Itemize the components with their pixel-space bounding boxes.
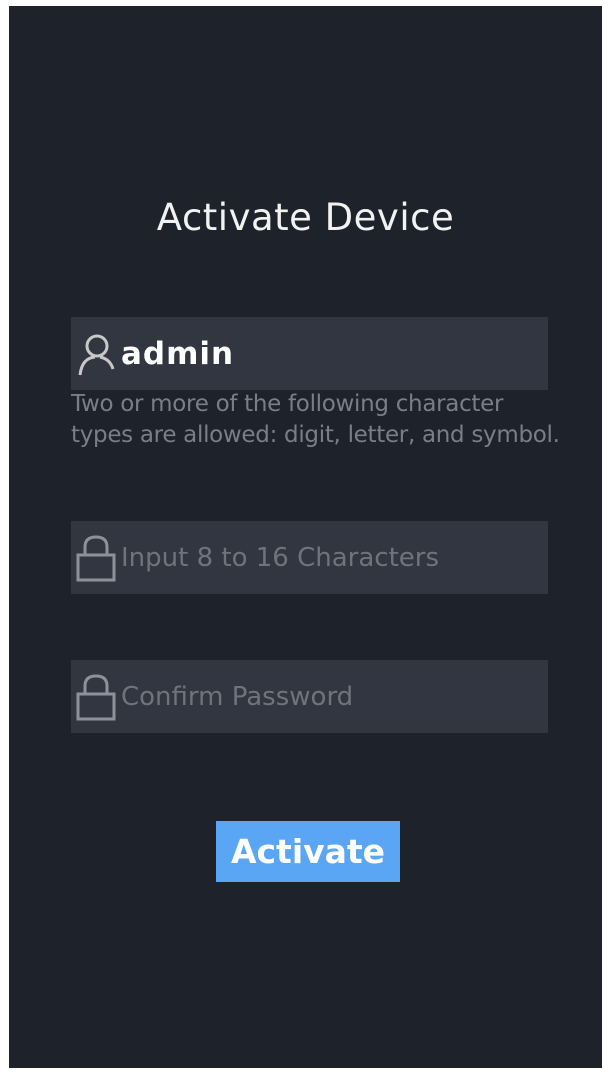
password-input[interactable] — [121, 542, 541, 573]
confirm-password-input[interactable] — [121, 681, 541, 712]
page-title: Activate Device — [156, 196, 455, 239]
user-icon — [71, 317, 121, 390]
password-field[interactable] — [71, 521, 548, 594]
lock-icon — [71, 660, 121, 733]
lock-icon — [71, 521, 121, 594]
username-field[interactable]: admin — [71, 317, 548, 390]
username-value: admin — [121, 335, 235, 372]
activation-screen: Activate Device admin Two or more of the… — [9, 6, 602, 1068]
activate-button[interactable]: Activate — [216, 821, 400, 882]
confirm-password-field[interactable] — [71, 660, 548, 733]
password-hint: Two or more of the following character t… — [71, 391, 560, 448]
